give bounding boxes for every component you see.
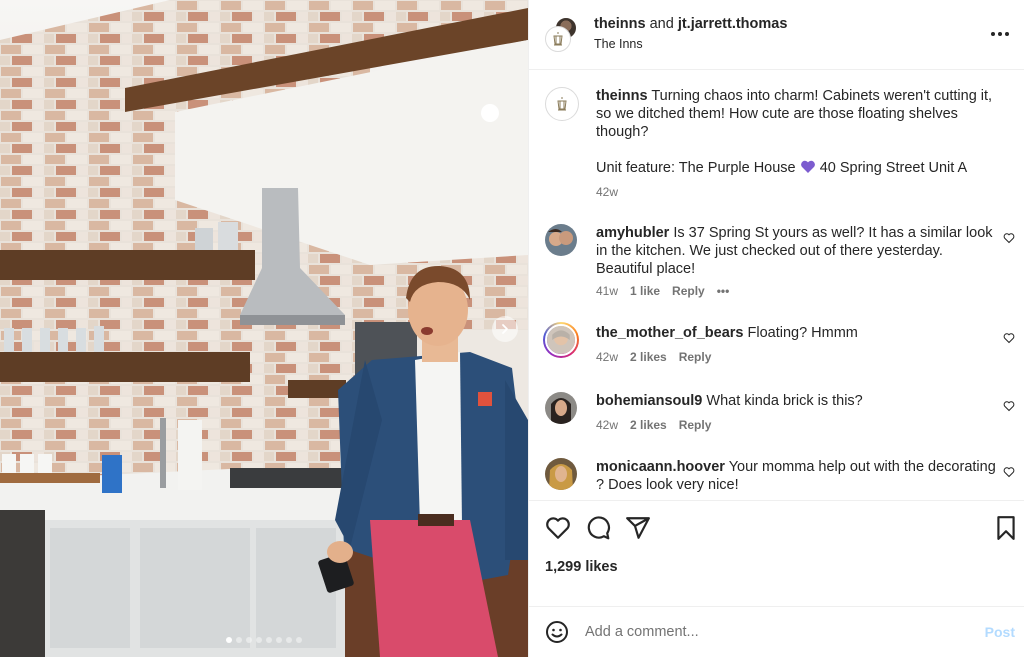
carousel-dot xyxy=(256,637,262,643)
caption-text: theinns Turning chaos into charm! Cabine… xyxy=(596,87,1005,177)
comment-likes[interactable]: 2 likes xyxy=(630,418,667,432)
reply-button[interactable]: Reply xyxy=(679,418,712,432)
comment-username[interactable]: monicaann.hoover xyxy=(596,459,725,475)
like-heart-icon[interactable] xyxy=(545,515,571,541)
comment-username[interactable]: bohemiansoul9 xyxy=(596,393,702,409)
comment-text: monicaann.hoover Your momma help out wit… xyxy=(596,458,996,494)
carousel-dot xyxy=(236,637,242,643)
comment-meta: 41w 1 like Reply ••• xyxy=(596,284,1015,298)
comment-text: the_mother_of_bears Floating? Hmmm xyxy=(596,324,996,342)
avatar[interactable] xyxy=(545,224,577,256)
comment-bubble-icon[interactable] xyxy=(585,515,611,541)
comment-body: Floating? Hmmm xyxy=(747,325,858,341)
author-connector: and xyxy=(649,16,674,32)
comment-item: bohemiansoul9 What kinda brick is this? … xyxy=(545,392,1015,432)
heart-outline-icon[interactable] xyxy=(1003,466,1015,478)
bookmark-save-icon[interactable] xyxy=(993,515,1019,541)
more-horizontal-icon xyxy=(991,32,1009,36)
comment-meta: 42w 2 likes Reply xyxy=(596,418,1015,432)
comment-item: monicaann.hoover Your momma help out wit… xyxy=(545,458,1015,494)
post-caption: theinns Turning chaos into charm! Cabine… xyxy=(545,87,1005,199)
lantern-logo-icon xyxy=(557,97,567,111)
carousel-dot-active xyxy=(226,637,232,643)
carousel-indicator xyxy=(0,637,528,643)
post-comment-button[interactable]: Post xyxy=(985,624,1015,640)
kitchen-photo xyxy=(0,0,528,657)
comment-likes[interactable]: 1 like xyxy=(630,284,660,298)
comment-likes[interactable]: 2 likes xyxy=(630,350,667,364)
reply-button[interactable]: Reply xyxy=(679,350,712,364)
comment-time[interactable]: 42w xyxy=(596,350,618,364)
post-header: theinns and jt.jarrett.thomas The Inns xyxy=(529,0,1024,70)
reply-button[interactable]: Reply xyxy=(672,284,705,298)
author-username-primary[interactable]: theinns xyxy=(594,16,646,32)
carousel-next-button[interactable] xyxy=(492,316,518,342)
emoji-smiley-icon[interactable] xyxy=(545,620,569,644)
carousel-dot xyxy=(276,637,282,643)
heart-outline-icon[interactable] xyxy=(1003,400,1015,412)
caption-timestamp[interactable]: 42w xyxy=(596,185,1005,199)
comment-body: What kinda brick is this? xyxy=(706,393,863,409)
share-send-icon[interactable] xyxy=(625,515,651,541)
comment-item: amyhubler Is 37 Spring St yours as well?… xyxy=(545,224,1015,298)
avatar-story-ring[interactable] xyxy=(543,322,579,358)
post-location[interactable]: The Inns xyxy=(594,37,643,51)
comment-meta: 42w 2 likes Reply xyxy=(596,350,1015,364)
caption-body: Turning chaos into charm! Cabinets weren… xyxy=(596,88,993,140)
comment-username[interactable]: amyhubler xyxy=(596,225,669,241)
add-comment-bar: Post xyxy=(529,606,1024,657)
avatar[interactable] xyxy=(545,392,577,424)
carousel-dot xyxy=(286,637,292,643)
purple-heart-icon xyxy=(800,160,815,173)
post-authors[interactable]: theinns and jt.jarrett.thomas xyxy=(594,16,787,32)
carousel-dot xyxy=(266,637,272,643)
comment-item: the_mother_of_bears Floating? Hmmm 42w 2… xyxy=(543,322,1015,364)
comment-text: bohemiansoul9 What kinda brick is this? xyxy=(596,392,996,410)
comments-list[interactable]: theinns Turning chaos into charm! Cabine… xyxy=(529,71,1024,499)
comment-time[interactable]: 41w xyxy=(596,284,618,298)
heart-outline-icon[interactable] xyxy=(1003,332,1015,344)
collab-avatars[interactable] xyxy=(545,16,581,52)
avatar-photo xyxy=(545,224,577,256)
more-options-button[interactable] xyxy=(988,22,1012,46)
chevron-right-icon xyxy=(502,324,508,334)
post-actions: 1,299 likes xyxy=(529,500,1024,606)
post-image[interactable] xyxy=(0,0,528,657)
caption-feature-suffix: 40 Spring Street Unit A xyxy=(819,160,968,176)
carousel-dot xyxy=(246,637,252,643)
post-details-panel: theinns and jt.jarrett.thomas The Inns t… xyxy=(528,0,1024,657)
likes-count[interactable]: 1,299 likes xyxy=(545,559,618,575)
avatar-photo xyxy=(545,324,577,356)
avatar[interactable] xyxy=(545,458,577,490)
avatar-photo xyxy=(545,458,577,490)
avatar-photo xyxy=(545,392,577,424)
comment-options-button[interactable]: ••• xyxy=(717,284,730,298)
comment-text: amyhubler Is 37 Spring St yours as well?… xyxy=(596,224,996,278)
comment-input[interactable] xyxy=(585,619,965,645)
author-username-secondary[interactable]: jt.jarrett.thomas xyxy=(678,16,788,32)
caption-feature-prefix: Unit feature: The Purple House xyxy=(596,160,796,176)
comment-time[interactable]: 42w xyxy=(596,418,618,432)
caption-username[interactable]: theinns xyxy=(596,88,648,104)
lantern-logo-icon xyxy=(553,32,563,46)
caption-feature-line: Unit feature: The Purple House 40 Spring… xyxy=(596,159,1005,177)
avatar-author xyxy=(545,26,571,52)
avatar[interactable] xyxy=(545,87,579,121)
heart-outline-icon[interactable] xyxy=(1003,232,1015,244)
carousel-dot xyxy=(296,637,302,643)
comment-username[interactable]: the_mother_of_bears xyxy=(596,325,743,341)
